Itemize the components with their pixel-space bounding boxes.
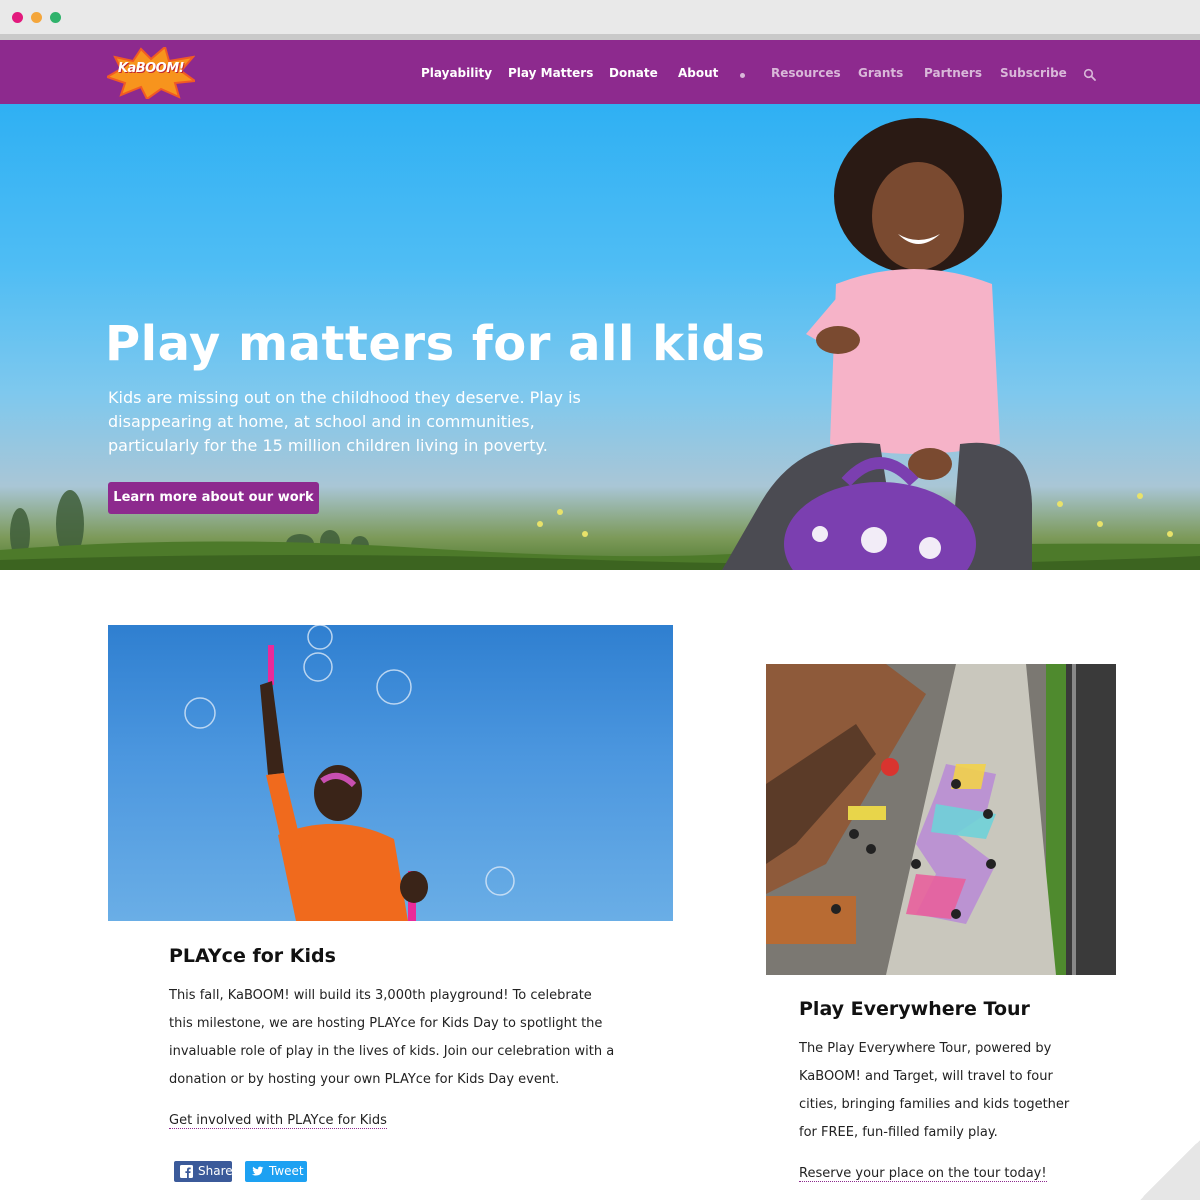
- twitter-tweet-label: Tweet: [269, 1164, 304, 1178]
- nav-item-donate[interactable]: Donate: [609, 66, 658, 80]
- nav-separator-dot: [740, 73, 745, 78]
- tour-card-link[interactable]: Reserve your place on the tour today!: [799, 1166, 1047, 1182]
- search-icon[interactable]: [1083, 68, 1097, 82]
- browser-chrome: [0, 0, 1200, 40]
- facebook-share-label: Share: [198, 1164, 233, 1178]
- aerial-playspace-photo-art: [766, 664, 1116, 975]
- bubbles-photo-art: [184, 625, 515, 921]
- nav-item-resources[interactable]: Resources: [771, 66, 841, 80]
- playce-card-title: PLAYce for Kids: [169, 945, 336, 967]
- tour-card-title: Play Everywhere Tour: [799, 998, 1030, 1020]
- main-nav: Playability Play Matters Donate About Re…: [0, 40, 1200, 104]
- nav-item-grants[interactable]: Grants: [858, 66, 903, 80]
- site-header: KaBOOM! Playability Play Matters Donate …: [0, 40, 1200, 104]
- twitter-bird-icon: [251, 1166, 264, 1176]
- tour-card-description: The Play Everywhere Tour, powered by KaB…: [799, 1041, 1070, 1140]
- learn-more-button[interactable]: Learn more about our work: [108, 482, 319, 514]
- nav-item-partners[interactable]: Partners: [924, 66, 982, 80]
- twitter-tweet-button[interactable]: Tweet: [245, 1161, 307, 1182]
- facebook-share-button[interactable]: Share: [174, 1161, 233, 1182]
- window-maximize-button[interactable]: [50, 12, 61, 23]
- nav-item-playability[interactable]: Playability: [421, 66, 492, 80]
- hero-title: Play matters for all kids: [105, 316, 766, 372]
- window-minimize-button[interactable]: [31, 12, 42, 23]
- play-everywhere-tour-photo: [766, 664, 1116, 975]
- nav-item-subscribe[interactable]: Subscribe: [1000, 66, 1067, 80]
- facebook-icon: [180, 1165, 193, 1178]
- hero-banner: Play matters for all kids Kids are missi…: [0, 104, 1200, 570]
- nav-item-about[interactable]: About: [678, 66, 718, 80]
- nav-item-play-matters[interactable]: Play Matters: [508, 66, 593, 80]
- playce-card-link[interactable]: Get involved with PLAYce for Kids: [169, 1113, 387, 1129]
- page-curl-decoration: [1140, 1140, 1200, 1200]
- playce-card-description: This fall, KaBOOM! will build its 3,000t…: [169, 988, 615, 1087]
- hero-description: Kids are missing out on the childhood th…: [108, 388, 581, 455]
- playce-for-kids-photo: [108, 625, 673, 921]
- window-close-button[interactable]: [12, 12, 23, 23]
